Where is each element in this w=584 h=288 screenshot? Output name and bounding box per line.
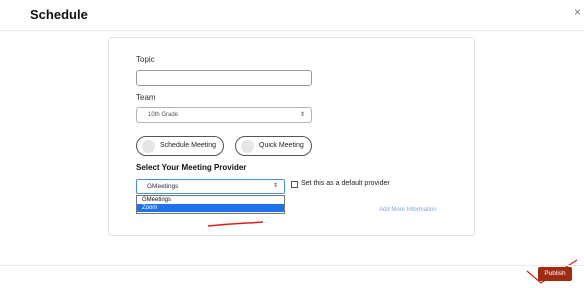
- radio-dot-icon: [142, 140, 155, 153]
- modal-title: Schedule: [30, 7, 88, 22]
- provider-dropdown-list: GMeetings Zoom: [136, 195, 285, 214]
- publish-button[interactable]: Publish: [538, 267, 572, 281]
- topic-input[interactable]: [136, 70, 312, 86]
- quick-meeting-label: Quick Meeting: [259, 142, 304, 149]
- default-provider-label: Set this as a default provider: [301, 180, 390, 187]
- provider-select[interactable]: GMeetings ⇕: [136, 179, 285, 194]
- default-provider-checkbox[interactable]: [291, 181, 298, 188]
- sort-arrows-icon: ⇕: [299, 112, 305, 118]
- modal-header: Schedule ×: [0, 0, 584, 31]
- schedule-meeting-label: Schedule Meeting: [160, 142, 217, 149]
- sort-arrows-icon: ⇕: [272, 183, 278, 189]
- team-label: Team: [136, 93, 156, 102]
- provider-select-value: GMeetings: [147, 183, 179, 190]
- footer-divider: [0, 265, 584, 266]
- schedule-meeting-option[interactable]: Schedule Meeting: [136, 136, 224, 156]
- red-underline-annotation: [207, 221, 263, 227]
- schedule-form-card: Topic Team 10th Grade ⇕ Schedule Meeting…: [108, 37, 475, 236]
- provider-option-gmeetings[interactable]: GMeetings: [137, 196, 284, 204]
- radio-dot-icon: [241, 140, 254, 153]
- topic-label: Topic: [136, 55, 155, 64]
- team-select[interactable]: 10th Grade ⇕: [136, 107, 312, 123]
- team-select-value: 10th Grade: [148, 112, 179, 118]
- close-icon[interactable]: ×: [574, 5, 581, 19]
- quick-meeting-option[interactable]: Quick Meeting: [235, 136, 312, 156]
- provider-section-title: Select Your Meeting Provider: [136, 163, 247, 172]
- add-more-info-link[interactable]: Add More Information: [379, 207, 437, 213]
- provider-option-zoom[interactable]: Zoom: [137, 204, 284, 212]
